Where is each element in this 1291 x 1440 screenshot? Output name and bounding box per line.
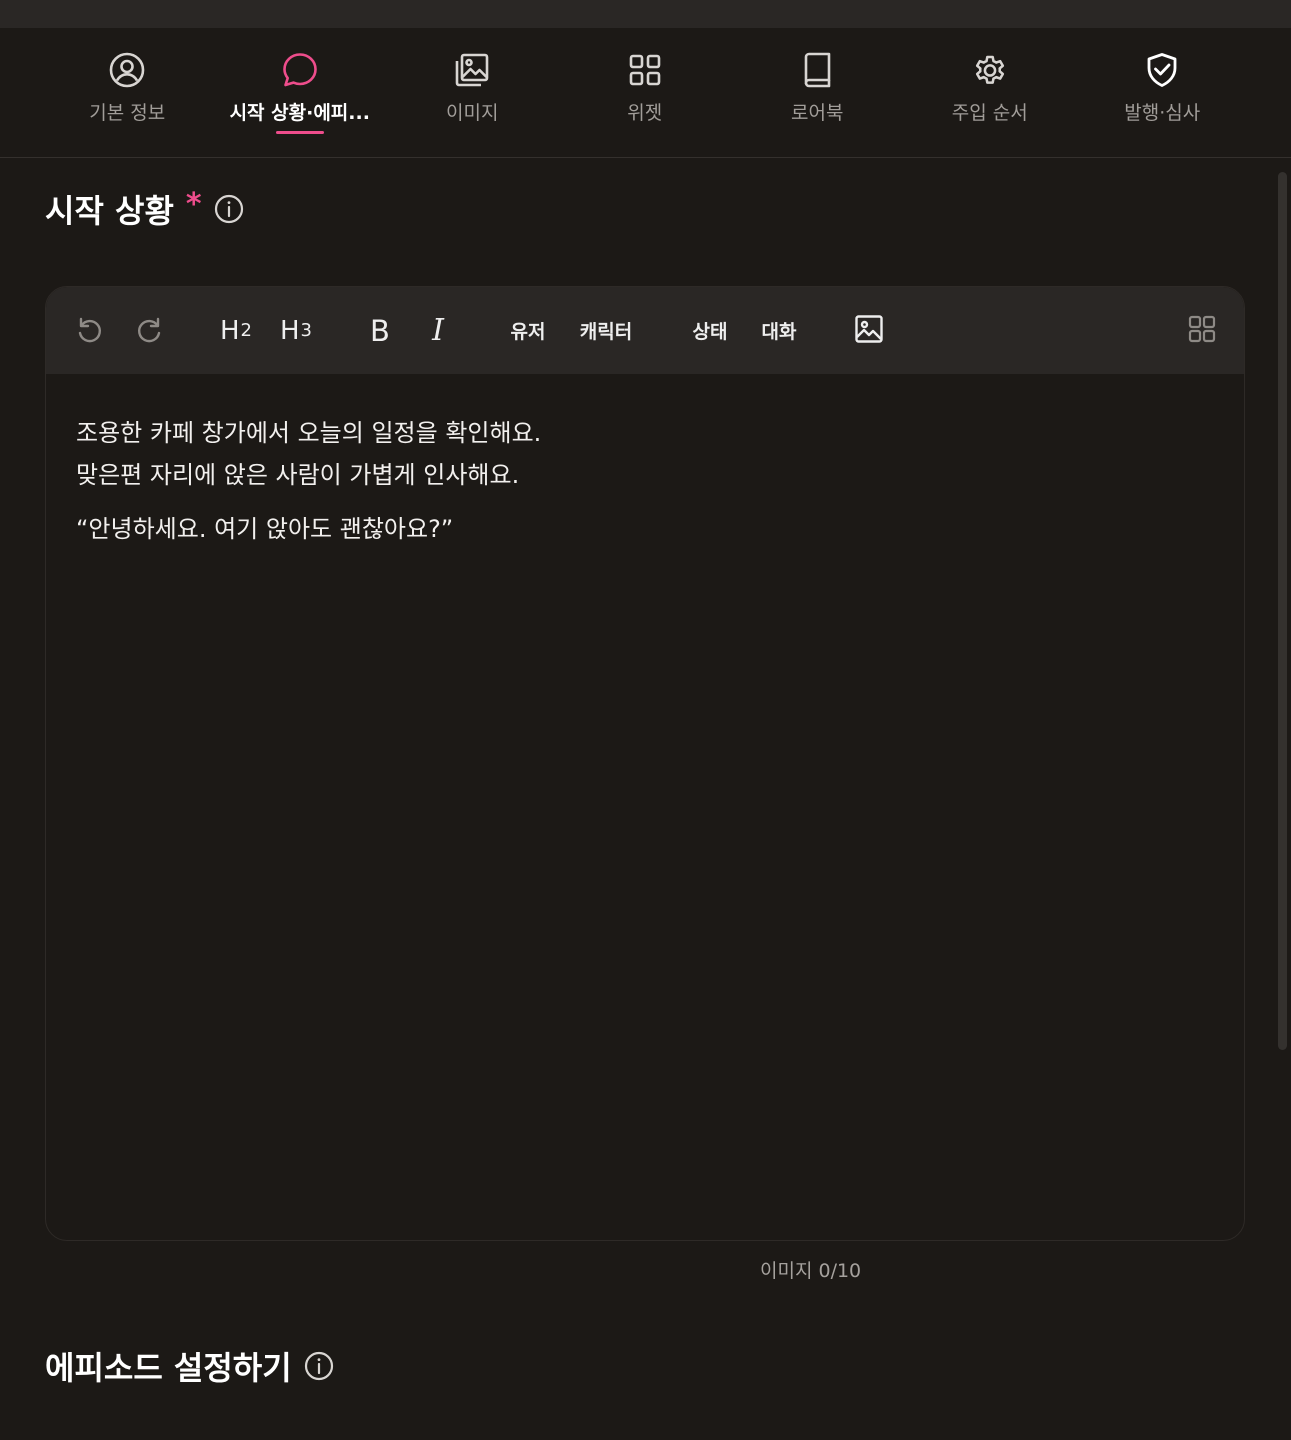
- required-mark: *: [185, 186, 202, 222]
- book-icon: [798, 51, 836, 89]
- tab-label: 발행·심사: [1124, 102, 1201, 124]
- info-icon[interactable]: [304, 1351, 334, 1381]
- insert-image-button[interactable]: [852, 287, 886, 374]
- tab-publish-review[interactable]: 발행·심사: [1076, 28, 1249, 158]
- user-insert-button[interactable]: 유저: [502, 287, 554, 374]
- info-icon[interactable]: [214, 194, 244, 224]
- tab-label: 로어북: [791, 102, 844, 124]
- tab-label: 위젯: [627, 102, 663, 124]
- image-icon: [853, 313, 885, 349]
- italic-button[interactable]: I: [423, 287, 453, 374]
- section-title-episode: 에피소드 설정하기: [45, 1343, 334, 1389]
- shield-check-icon: [1143, 51, 1181, 89]
- editor-content[interactable]: 조용한 카페 창가에서 오늘의 일정을 확인해요. 맞은편 자리에 앉은 사람이…: [76, 412, 1216, 550]
- active-tab-indicator: [275, 131, 324, 134]
- section-title-text: 시작 상황: [45, 192, 174, 230]
- heading2-sub: 2: [240, 320, 252, 341]
- dialogue-insert-button[interactable]: 대화: [753, 287, 805, 374]
- tab-basic-info[interactable]: 기본 정보: [41, 28, 214, 158]
- more-blocks-button[interactable]: [1185, 287, 1219, 374]
- user-circle-icon: [108, 51, 146, 89]
- tab-label: 기본 정보: [89, 102, 166, 124]
- content-line: 조용한 카페 창가에서 오늘의 일정을 확인해요.: [76, 419, 542, 447]
- image-counter: 이미지 0/10: [760, 1260, 862, 1282]
- tab-start-situation[interactable]: 시작 상황·에피...: [214, 28, 387, 158]
- content-line: “안녕하세요. 여기 앉아도 괜찮아요?”: [76, 515, 454, 543]
- tab-bar: 기본 정보 시작 상황·에피... 이미지 위젯 로어북 주입 순서 발행·심사: [0, 28, 1291, 158]
- tab-label: 시작 상황·에피...: [229, 102, 370, 124]
- gear-icon: [971, 51, 1009, 89]
- heading2-button[interactable]: H2: [216, 287, 256, 374]
- heading2-label: H: [219, 315, 240, 346]
- redo-button[interactable]: [131, 287, 169, 374]
- heading3-label: H: [279, 315, 300, 346]
- status-insert-button[interactable]: 상태: [684, 287, 736, 374]
- section-title-text: 에피소드 설정하기: [45, 1349, 292, 1387]
- grid-icon: [626, 51, 664, 89]
- section-title-start-situation: 시작 상황 *: [45, 186, 244, 232]
- character-insert-button[interactable]: 캐릭터: [574, 287, 638, 374]
- tab-injection-order[interactable]: 주입 순서: [904, 28, 1077, 158]
- redo-icon: [134, 313, 166, 349]
- image-stack-icon: [453, 51, 491, 89]
- tab-label: 주입 순서: [951, 102, 1028, 124]
- undo-icon: [73, 313, 105, 349]
- tab-images[interactable]: 이미지: [386, 28, 559, 158]
- undo-button[interactable]: [70, 287, 108, 374]
- tab-lorebook[interactable]: 로어북: [731, 28, 904, 158]
- top-strip: [0, 0, 1291, 28]
- heading3-sub: 3: [300, 320, 312, 341]
- chat-bubble-icon: [281, 51, 319, 89]
- rich-text-editor: H2 H3 B I 유저 캐릭터 상태 대화 조용한 카페 창가에서 오늘의 일…: [45, 286, 1245, 1241]
- grid-icon: [1186, 313, 1218, 349]
- bold-button[interactable]: B: [364, 287, 396, 374]
- tab-label: 이미지: [446, 102, 499, 124]
- tab-widgets[interactable]: 위젯: [559, 28, 732, 158]
- content-line: 맞은편 자리에 앉은 사람이 가볍게 인사해요.: [76, 461, 520, 489]
- heading3-button[interactable]: H3: [276, 287, 316, 374]
- editor-toolbar: H2 H3 B I 유저 캐릭터 상태 대화: [46, 287, 1244, 374]
- scrollbar[interactable]: [1278, 172, 1287, 1050]
